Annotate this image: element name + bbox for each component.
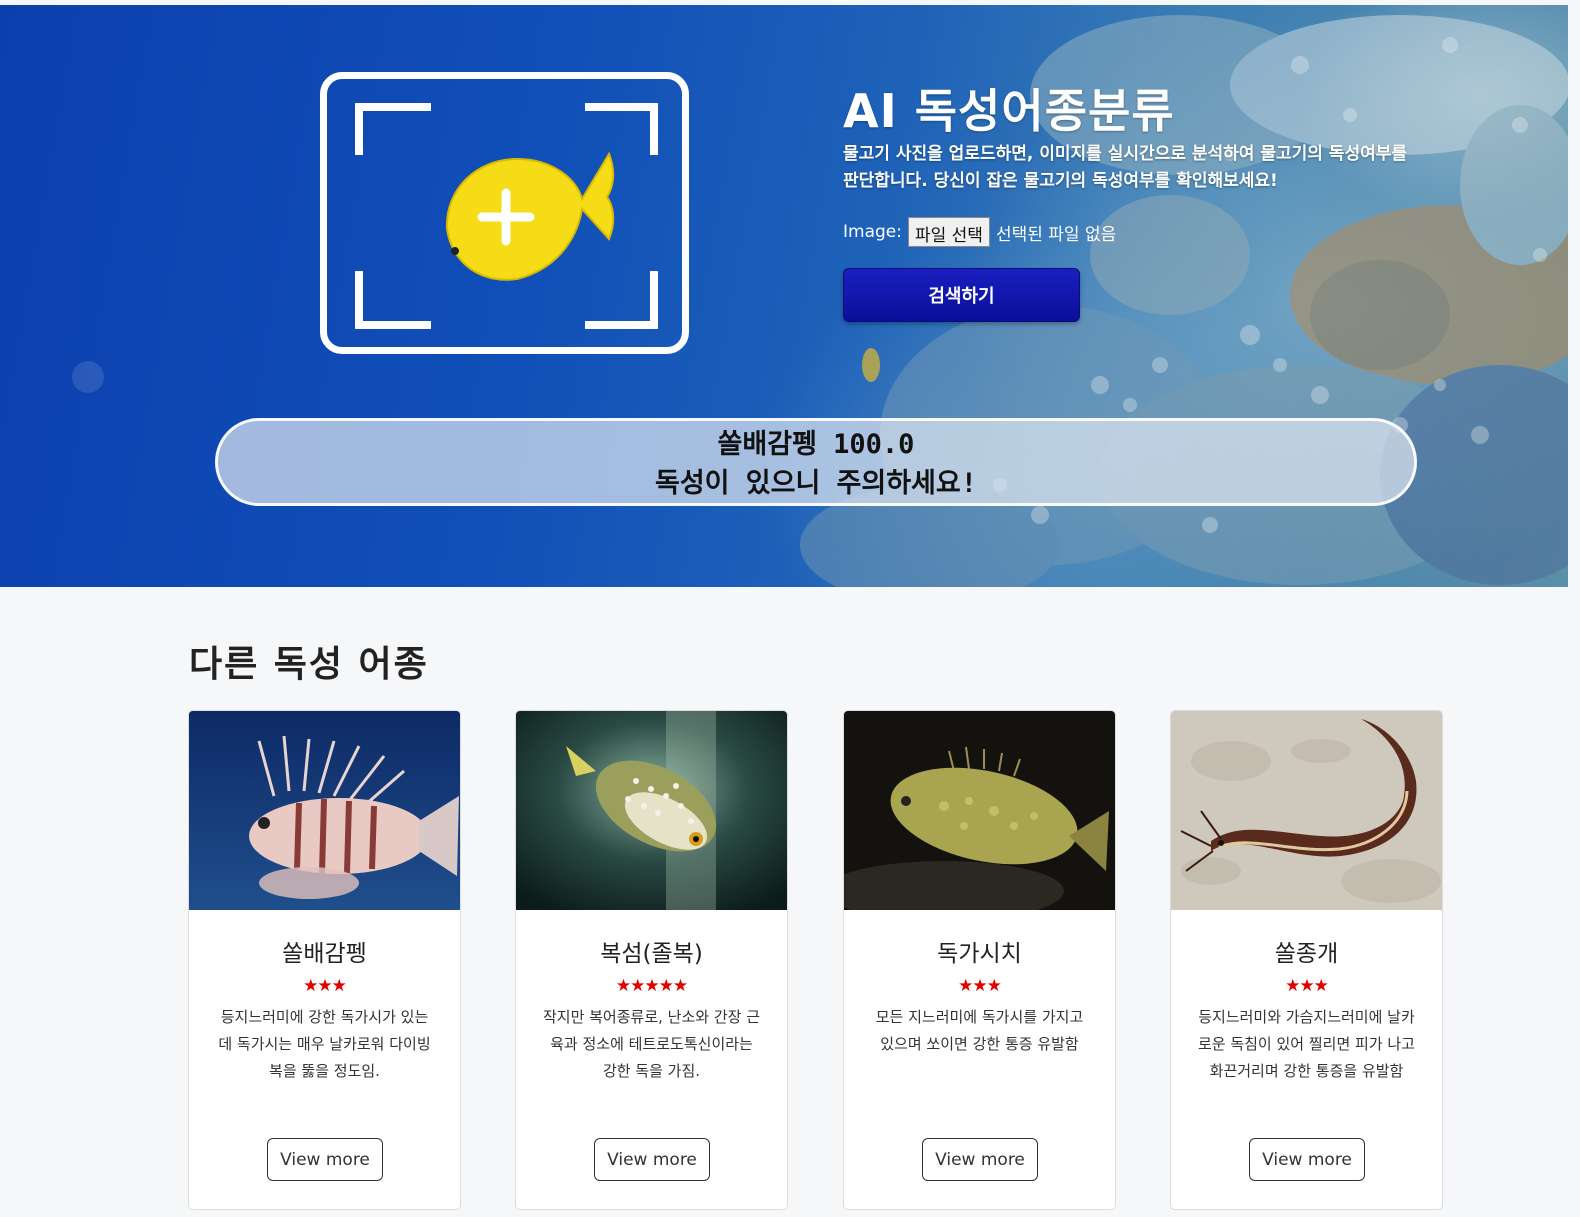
species-name: 독가시치 [937, 941, 1022, 967]
danger-rating-stars: ★★★ [1285, 976, 1329, 996]
catfish-eel-photo-icon [1171, 711, 1442, 910]
danger-rating-stars: ★★★ [303, 976, 347, 996]
image-upload-area[interactable] [320, 72, 689, 354]
hero-description: 물고기 사진을 업로드하면, 이미지를 실시간으로 분석하여 물고기의 독성여부… [843, 144, 1408, 191]
hero-banner: AI 독성어종분류 물고기 사진을 업로드하면, 이미지를 실시간으로 분석하여… [0, 5, 1568, 587]
file-select-button[interactable]: 파일 선택 [907, 217, 990, 247]
fish-icon [445, 151, 615, 281]
species-description: 등지느러미와 가슴지느러미에 날카로운 독침이 있어 찔리면 피가 나고 화끈거… [1197, 1008, 1416, 1080]
pufferfish-photo-icon [516, 711, 787, 910]
species-description: 등지느러미에 강한 독가시가 있는데 독가시는 매우 날카로워 다이빙복을 뚫을… [218, 1008, 431, 1080]
result-label: 쏠배감펭 100.0 [717, 429, 915, 460]
species-image[interactable] [844, 711, 1115, 910]
danger-rating-stars: ★★★ [958, 976, 1002, 996]
view-more-button[interactable]: View more [594, 1138, 710, 1181]
species-name: 쏠종개 [1274, 941, 1339, 967]
section-title: 다른 독성 어종 [189, 644, 429, 685]
result-panel: 쏠배감펭 100.0 독성이 있으니 주의하세요! [215, 418, 1417, 506]
species-description: 작지만 복어종류로, 난소와 간장 근육과 정소에 테트로도톡신이라는 강한 독… [542, 1008, 761, 1080]
species-card: 독가시치 ★★★ 모든 지느러미에 독가시를 가지고 있으며 쏘이면 강한 통증… [843, 710, 1116, 1210]
lionfish-photo-icon [189, 711, 460, 910]
species-image[interactable] [516, 711, 787, 910]
species-description: 모든 지느러미에 독가시를 가지고 있으며 쏘이면 강한 통증 유발함 [875, 1008, 1084, 1053]
species-name: 쏠배감펭 [282, 941, 367, 967]
view-more-button[interactable]: View more [267, 1138, 383, 1181]
species-card: 쏠종개 ★★★ 등지느러미와 가슴지느러미에 날카로운 독침이 있어 찔리면 피… [1170, 710, 1443, 1210]
danger-rating-stars: ★★★★★ [615, 976, 688, 996]
species-card: 쏠배감펭 ★★★ 등지느러미에 강한 독가시가 있는데 독가시는 매우 날카로워… [188, 710, 461, 1210]
view-more-button[interactable]: View more [922, 1138, 1038, 1181]
species-image[interactable] [1171, 711, 1442, 910]
search-button[interactable]: 검색하기 [843, 268, 1080, 322]
file-input-row: Image: 파일 선택 선택된 파일 없음 [843, 216, 1116, 248]
rabbitfish-photo-icon [844, 711, 1115, 910]
result-warning: 독성이 있으니 주의하세요! [654, 468, 977, 499]
page-title: AI 독성어종분류 [843, 84, 1175, 138]
file-input-label: Image: [843, 222, 902, 242]
file-status-text: 선택된 파일 없음 [995, 224, 1117, 245]
camera-frame-icon [355, 103, 658, 329]
species-name: 복섬(졸복) [600, 941, 703, 967]
view-more-button[interactable]: View more [1249, 1138, 1365, 1181]
species-image[interactable] [189, 711, 460, 910]
species-card: 복섬(졸복) ★★★★★ 작지만 복어종류로, 난소와 간장 근육과 정소에 테… [515, 710, 788, 1210]
species-card-list: 쏠배감펭 ★★★ 등지느러미에 강한 독가시가 있는데 독가시는 매우 날카로워… [188, 710, 1444, 1217]
